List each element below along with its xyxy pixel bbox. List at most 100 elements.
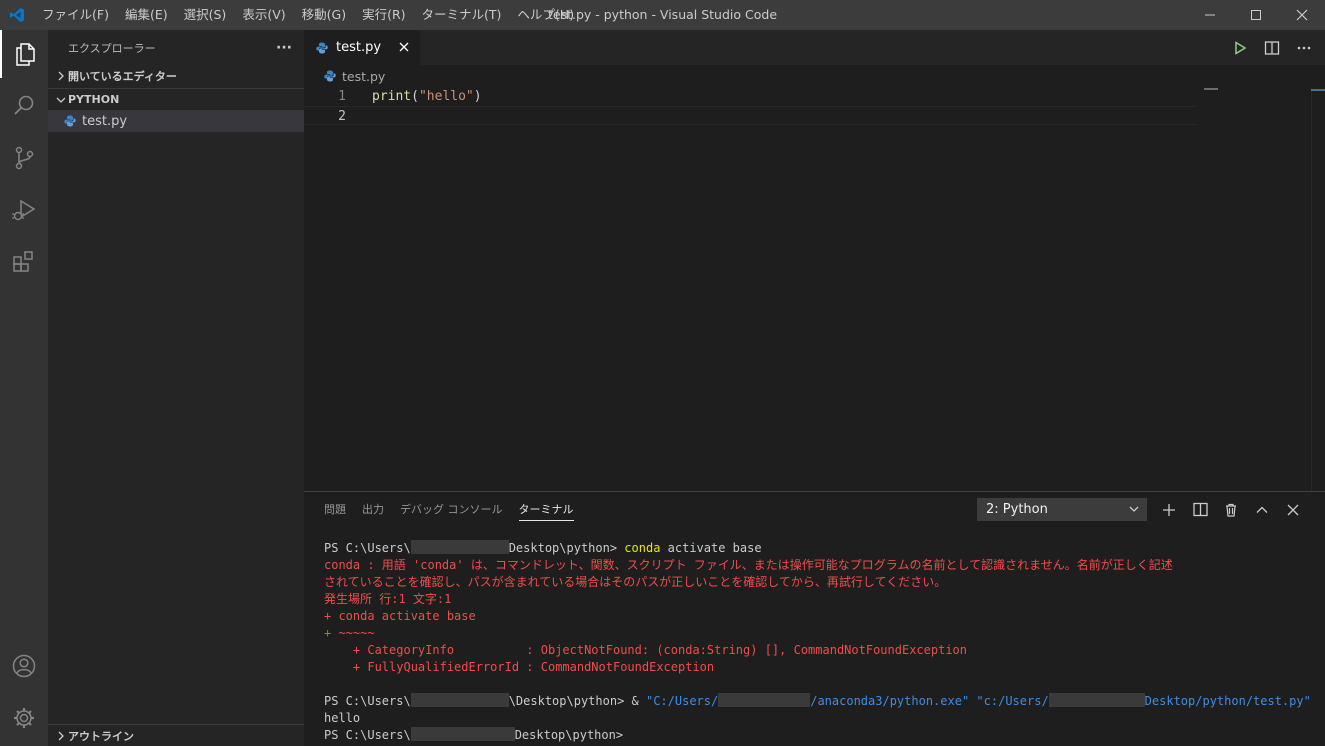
breadcrumb: test.py (304, 65, 1325, 87)
error-line: + ~~~~~ (324, 626, 375, 640)
breadcrumb-file[interactable]: test.py (342, 69, 385, 84)
run-debug-icon (12, 199, 36, 221)
error-line: + conda activate base (324, 609, 476, 623)
tab-label: test.py (336, 40, 382, 55)
explorer-button[interactable] (0, 30, 48, 78)
more-actions-icon[interactable]: ··· (276, 40, 292, 56)
split-editor-icon (1264, 40, 1280, 55)
manage-button[interactable] (0, 694, 48, 742)
tab-close-icon[interactable] (396, 39, 412, 55)
minimize-button[interactable] (1187, 0, 1233, 30)
kill-terminal-button[interactable] (1222, 501, 1240, 519)
close-window-button[interactable] (1279, 0, 1325, 30)
file-label: test.py (82, 113, 128, 129)
close-panel-button[interactable] (1284, 501, 1302, 519)
chevron-down-icon (1128, 503, 1140, 519)
program-output: hello (324, 711, 361, 725)
close-icon (1287, 504, 1299, 515)
menu-edit[interactable]: 編集(E) (117, 0, 176, 30)
minimap[interactable] (1196, 87, 1311, 491)
tab-terminal[interactable]: ターミナル (511, 492, 582, 527)
menu-view[interactable]: 表示(V) (234, 0, 293, 30)
tab-test-py[interactable]: test.py (304, 30, 420, 65)
panel-tabs: 問題 出力 デバッグ コンソール ターミナル (304, 492, 582, 527)
menu-file[interactable]: ファイル(F) (34, 0, 117, 30)
split-editor-button[interactable] (1263, 39, 1281, 57)
extensions-button[interactable] (0, 238, 48, 286)
search-button[interactable] (0, 82, 48, 130)
path-string: /anaconda3/python.exe" (810, 694, 970, 708)
play-icon (1235, 40, 1247, 55)
folder-section[interactable]: PYTHON (48, 88, 304, 110)
overview-ruler-mark (1311, 89, 1325, 91)
code-line-current: 2 (304, 106, 1196, 125)
error-line: + CategoryInfo : ObjectNotFound: (conda:… (324, 643, 967, 657)
redacted-username (410, 727, 515, 741)
source-control-icon (15, 146, 34, 170)
prompt-path: \Desktop\python> & (508, 694, 646, 708)
terminal-selector-value: 2: Python (986, 502, 1048, 517)
outline-section[interactable]: アウトライン (48, 724, 304, 746)
terminal-line: PS C:\Users\ \Desktop\python> & "C:/Users… (324, 693, 1314, 710)
prompt-text: PS C:\Users\ (324, 694, 411, 708)
terminal-selector[interactable]: 2: Python (977, 498, 1147, 521)
activity-bar (0, 30, 48, 746)
gear-icon (14, 708, 34, 728)
redacted-username (410, 693, 509, 707)
accounts-button[interactable] (0, 642, 48, 690)
bottom-panel: 問題 出力 デバッグ コンソール ターミナル 2: Python PS C:\U… (304, 491, 1325, 746)
explorer-title: エクスプローラー (68, 41, 156, 55)
line-number: 2 (338, 109, 346, 124)
chevron-right-icon (54, 71, 68, 81)
tab-output[interactable]: 出力 (354, 492, 392, 527)
menu-help[interactable]: ヘルプ(H) (509, 0, 582, 30)
line-number: 1 (338, 89, 346, 104)
python-file-icon (64, 115, 82, 127)
extensions-icon (13, 251, 33, 272)
vscode-logo-icon (0, 0, 34, 30)
prompt-path: Desktop\python> (514, 728, 624, 742)
prompt-text: PS C:\Users\ (324, 728, 411, 742)
code-line: 1 print("hello") (304, 87, 1196, 106)
tab-debug-console[interactable]: デバッグ コンソール (392, 492, 511, 527)
command-args: activate base (660, 541, 762, 555)
path-string: "C:/Users/ (645, 694, 719, 708)
paren-token: ) (473, 89, 482, 104)
maximize-panel-button[interactable] (1253, 501, 1271, 519)
redacted-username (718, 693, 811, 707)
source-control-button[interactable] (0, 134, 48, 182)
menu-go[interactable]: 移動(G) (294, 0, 354, 30)
outline-label: アウトライン (68, 729, 134, 743)
trash-icon (1226, 503, 1236, 517)
maximize-icon (1251, 10, 1261, 20)
python-file-icon (324, 70, 342, 82)
menu-terminal[interactable]: ターミナル(T) (414, 0, 510, 30)
menu-run[interactable]: 実行(R) (354, 0, 413, 30)
tab-problems[interactable]: 問題 (316, 492, 354, 527)
terminal-output[interactable]: PS C:\Users\ Desktop\python> conda activa… (324, 540, 1314, 744)
run-debug-button[interactable] (0, 186, 48, 234)
panel-actions (1160, 492, 1302, 527)
prompt-path: Desktop\python> (508, 541, 625, 555)
file-item-test-py[interactable]: test.py (48, 110, 304, 132)
editor-tabs: test.py (304, 30, 1325, 65)
run-python-file-button[interactable] (1231, 39, 1249, 57)
split-terminal-button[interactable] (1191, 501, 1209, 519)
redacted-username (1048, 693, 1145, 707)
python-file-icon (316, 42, 336, 54)
menu-bar: ファイル(F) 編集(E) 選択(S) 表示(V) 移動(G) 実行(R) ター… (34, 0, 582, 30)
menu-selection[interactable]: 選択(S) (176, 0, 235, 30)
string-token: "hello" (418, 89, 474, 104)
open-editors-section[interactable]: 開いているエディター (48, 65, 304, 87)
chevron-up-icon (1256, 506, 1268, 513)
account-icon (12, 654, 36, 678)
maximize-button[interactable] (1233, 0, 1279, 30)
editor-scrollbar[interactable] (1311, 87, 1325, 491)
new-terminal-button[interactable] (1160, 501, 1178, 519)
more-editor-actions-button[interactable] (1295, 39, 1313, 57)
code-editor[interactable]: 1 print("hello") 2 (304, 87, 1325, 491)
error-line: + FullyQualifiedErrorId : CommandNotFoun… (324, 660, 715, 674)
folder-label: PYTHON (68, 93, 120, 106)
files-icon (16, 43, 35, 66)
